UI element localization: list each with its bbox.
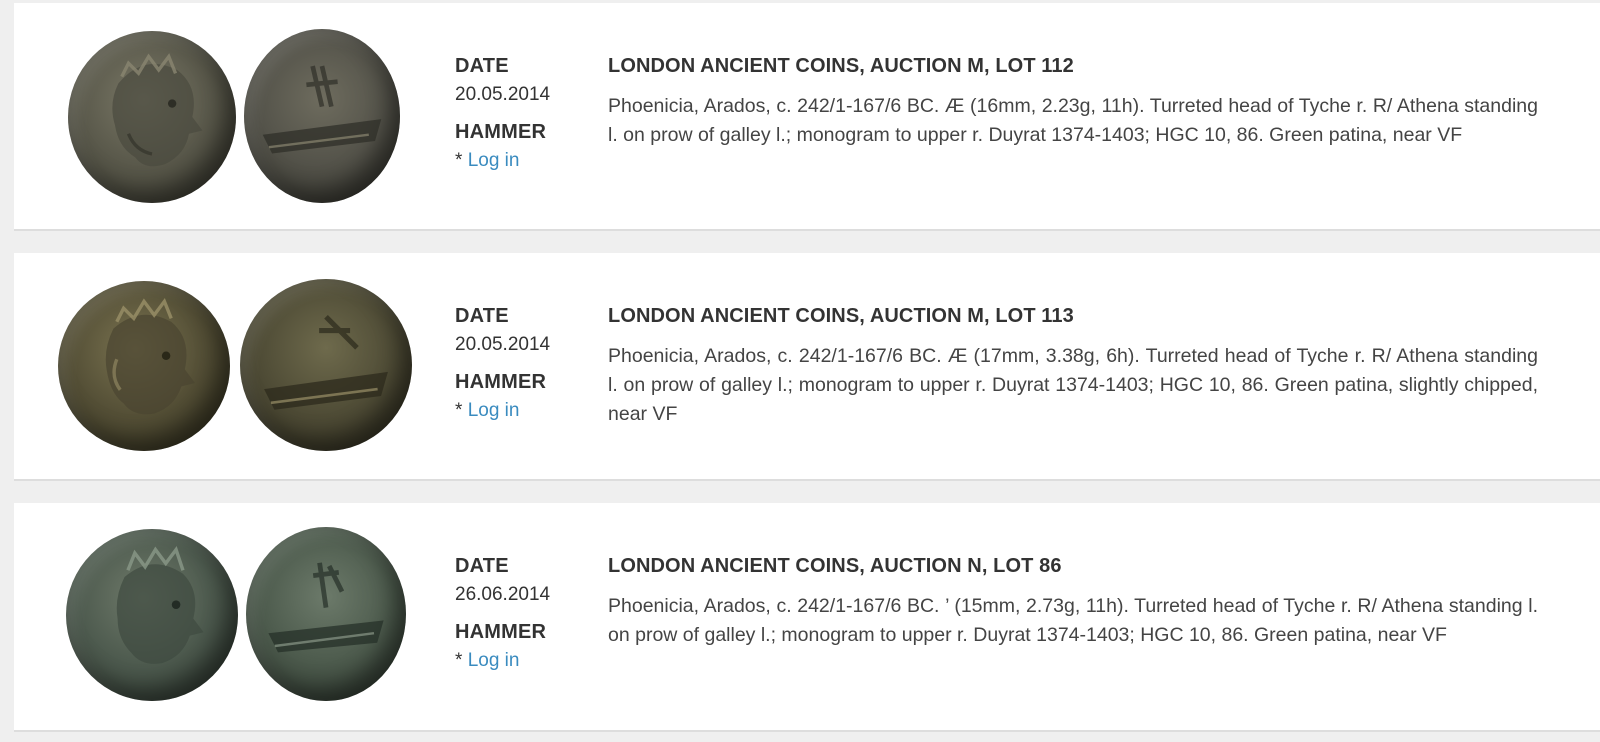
lot-description: Phoenicia, Arados, c. 242/1-167/6 BC. ’ … — [608, 595, 1538, 646]
coin-images[interactable] — [44, 525, 414, 705]
hammer-label: HAMMER — [455, 371, 547, 393]
date-label: DATE — [455, 55, 509, 77]
lot-card: DATE 20.05.2014 HAMMER * Log in LONDON A… — [14, 3, 1600, 231]
lot-card: DATE 20.05.2014 HAMMER * Log in LONDON A… — [14, 253, 1600, 481]
lot-info: LONDON ANCIENT COINS, AUCTION M, LOT 112… — [608, 54, 1538, 150]
auction-results-list: DATE 20.05.2014 HAMMER * Log in LONDON A… — [0, 0, 1600, 742]
lot-meta: DATE 26.06.2014 HAMMER * Log in — [455, 554, 585, 673]
galley-prow-icon — [264, 315, 388, 410]
coin-obverse-image[interactable] — [58, 281, 230, 451]
lot-info: LONDON ANCIENT COINS, AUCTION N, LOT 86 … — [608, 554, 1538, 650]
date-value: 20.05.2014 — [455, 334, 551, 355]
tyche-head-icon — [116, 545, 204, 664]
coin-reverse-image[interactable] — [244, 29, 400, 203]
asterisk: * — [455, 650, 468, 671]
login-link[interactable]: Log in — [468, 400, 520, 421]
lot-title[interactable]: LONDON ANCIENT COINS, AUCTION M, LOT 112 — [608, 54, 1538, 78]
lot-description: Phoenicia, Arados, c. 242/1-167/6 BC. Æ … — [608, 95, 1538, 146]
hammer-label: HAMMER — [455, 121, 547, 143]
lot-description: Phoenicia, Arados, c. 242/1-167/6 BC. Æ … — [608, 345, 1538, 425]
date-label: DATE — [455, 305, 509, 327]
login-link[interactable]: Log in — [468, 650, 520, 671]
hammer-value: * Log in — [455, 149, 585, 173]
galley-prow-icon — [268, 562, 384, 653]
tyche-head-icon — [105, 297, 195, 415]
lot-meta: DATE 20.05.2014 HAMMER * Log in — [455, 54, 585, 173]
date-value: 26.06.2014 — [455, 584, 551, 605]
date-label: DATE — [455, 555, 509, 577]
date-value: 20.05.2014 — [455, 84, 551, 105]
hammer-label: HAMMER — [455, 621, 547, 643]
lot-title[interactable]: LONDON ANCIENT COINS, AUCTION N, LOT 86 — [608, 554, 1538, 578]
coin-reverse-image[interactable] — [246, 527, 406, 701]
coin-reverse-image[interactable] — [240, 279, 412, 451]
hammer-value: * Log in — [455, 399, 585, 423]
hammer-value: * Log in — [455, 649, 585, 673]
coin-images[interactable] — [44, 275, 414, 455]
coin-images[interactable] — [44, 25, 414, 205]
tyche-head-icon — [112, 53, 203, 167]
galley-prow-icon — [262, 65, 382, 154]
coin-obverse-image[interactable] — [68, 31, 236, 203]
asterisk: * — [455, 400, 468, 421]
lot-info: LONDON ANCIENT COINS, AUCTION M, LOT 113… — [608, 304, 1538, 429]
lot-meta: DATE 20.05.2014 HAMMER * Log in — [455, 304, 585, 423]
asterisk: * — [455, 150, 468, 171]
coin-obverse-image[interactable] — [66, 529, 238, 701]
lot-title[interactable]: LONDON ANCIENT COINS, AUCTION M, LOT 113 — [608, 304, 1538, 328]
lot-card: DATE 26.06.2014 HAMMER * Log in LONDON A… — [14, 503, 1600, 732]
login-link[interactable]: Log in — [468, 150, 520, 171]
